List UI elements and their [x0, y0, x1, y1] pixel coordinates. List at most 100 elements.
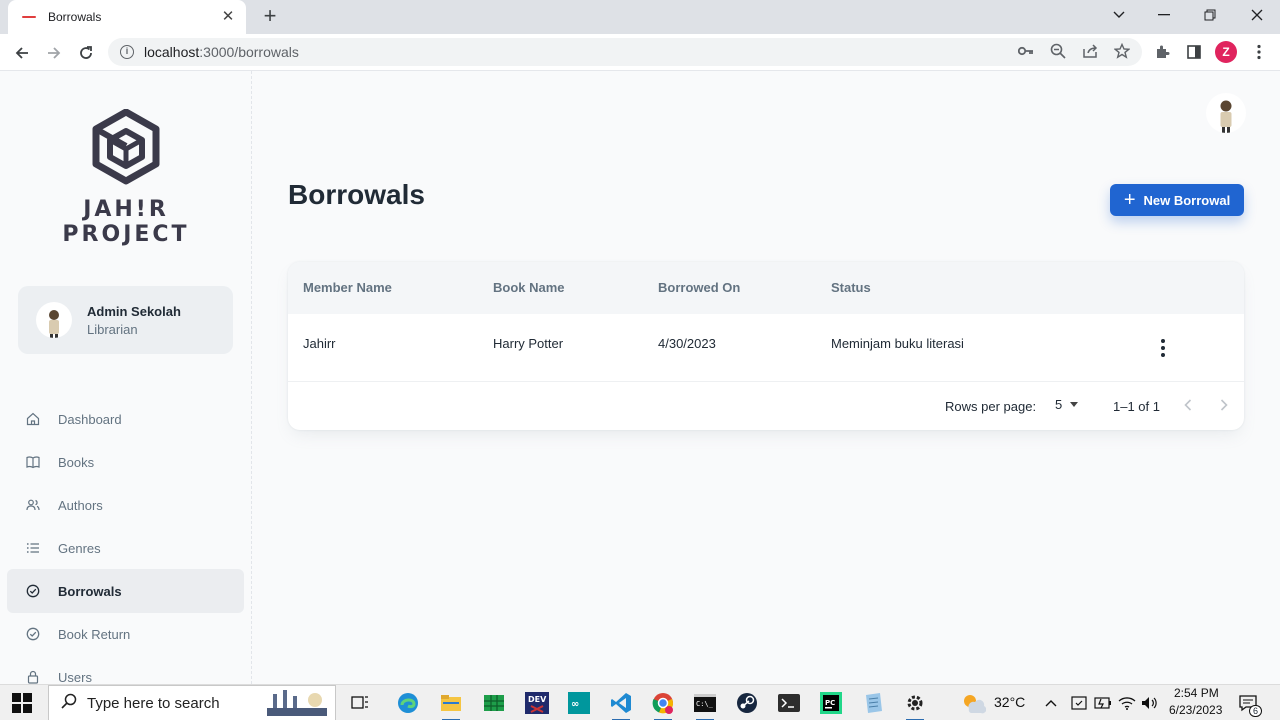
column-header-status[interactable]: Status [831, 280, 871, 295]
arduino-icon[interactable]: ∞ [564, 689, 594, 717]
browser-toolbar: i localhost:3000/borrowals Z [0, 34, 1280, 71]
search-icon [61, 693, 77, 714]
header-account-avatar[interactable] [1206, 93, 1246, 133]
user-role: Librarian [87, 321, 138, 337]
caret-down-icon [1070, 402, 1079, 407]
nav-label: Genres [58, 540, 101, 556]
app-logo[interactable]: JAH!R PROJECT [52, 109, 200, 249]
minimize-icon[interactable] [1144, 0, 1184, 30]
search-highlight-icon [267, 688, 327, 720]
svg-text:DEV: DEV [528, 695, 547, 704]
nav-genres[interactable]: Genres [7, 526, 244, 570]
previous-page-icon[interactable] [1177, 394, 1199, 416]
lock-icon [25, 669, 41, 684]
logo-line-1: JAH!R [83, 197, 169, 222]
terminal-icon[interactable] [774, 689, 804, 717]
sidebar: JAH!R PROJECT Admin Sekolah Librarian Da… [0, 71, 252, 684]
tab-search-icon[interactable] [1099, 0, 1139, 30]
extensions-puzzle-icon[interactable] [1151, 41, 1173, 63]
forward-arrow-icon[interactable] [41, 40, 67, 66]
bookmark-star-icon[interactable] [1113, 42, 1131, 60]
nav-dashboard[interactable]: Dashboard [7, 397, 244, 441]
share-icon[interactable] [1081, 42, 1099, 60]
svg-text:C:\_: C:\_ [696, 700, 714, 708]
weather-temperature[interactable]: 32°C [994, 694, 1025, 710]
chevron-up-icon[interactable] [1040, 689, 1062, 717]
weather-icon[interactable] [958, 689, 988, 717]
rows-per-page-value: 5 [1055, 397, 1063, 412]
nav-label: Book Return [58, 626, 131, 642]
side-panel-icon[interactable] [1183, 41, 1205, 63]
table-row[interactable]: Jahirr Harry Potter 4/30/2023 Meminjam b… [288, 314, 1244, 382]
clock-time[interactable]: 2:54 PM [1174, 686, 1219, 700]
zoom-icon[interactable] [1049, 42, 1067, 60]
nav-borrowals[interactable]: Borrowals [7, 569, 244, 613]
cell-borrowed-on: 4/30/2023 [658, 336, 716, 351]
back-arrow-icon[interactable] [9, 40, 35, 66]
svg-text:∞: ∞ [571, 699, 579, 710]
row-more-options-icon[interactable] [1152, 336, 1174, 360]
home-icon [25, 411, 41, 427]
steam-icon[interactable] [732, 689, 762, 717]
cell-book-name: Harry Potter [493, 336, 564, 351]
search-placeholder: Type here to search [87, 694, 220, 712]
chrome-icon[interactable] [648, 689, 678, 720]
table-pagination: Rows per page: 5 1–1 of 1 [288, 382, 1244, 430]
check-circle-icon [25, 626, 41, 642]
reload-icon[interactable] [73, 40, 99, 66]
site-info-icon[interactable]: i [120, 45, 134, 59]
notification-center-icon[interactable]: 6 [1234, 689, 1262, 717]
browser-tab[interactable]: Borrowals ✕ [8, 0, 246, 34]
column-header-member-name[interactable]: Member Name [303, 280, 392, 295]
url-text: localhost:3000/borrowals [144, 44, 299, 60]
list-icon [25, 540, 41, 556]
browser-menu-icon[interactable] [1248, 41, 1270, 63]
clock-date[interactable]: 6/23/2023 [1169, 703, 1222, 717]
nav-authors[interactable]: Authors [7, 483, 244, 527]
nav-label: Authors [58, 497, 103, 513]
account-card[interactable]: Admin Sekolah Librarian [18, 286, 233, 354]
rows-per-page-select[interactable]: 5 [1055, 397, 1079, 412]
task-view-icon[interactable] [345, 689, 375, 717]
nav-label: Dashboard [58, 411, 122, 427]
file-explorer-icon[interactable] [436, 689, 466, 720]
address-bar[interactable]: i localhost:3000/borrowals [108, 38, 1142, 66]
wifi-icon[interactable] [1116, 689, 1138, 717]
next-page-icon[interactable] [1213, 394, 1235, 416]
close-window-icon[interactable] [1237, 0, 1277, 30]
vscode-icon[interactable] [606, 689, 636, 720]
dev-c-app-icon[interactable]: DEV [522, 689, 552, 717]
logo-line-2: PROJECT [62, 222, 190, 247]
taskbar-search-box[interactable]: Type here to search [48, 685, 336, 720]
cell-member-name: Jahirr [303, 336, 336, 351]
restore-icon[interactable] [1190, 0, 1230, 30]
nav-books[interactable]: Books [7, 440, 244, 484]
pycharm-icon[interactable]: PC [816, 689, 846, 717]
security-tray-icon[interactable] [1068, 689, 1090, 717]
profile-avatar[interactable]: Z [1215, 41, 1237, 63]
command-prompt-icon[interactable]: C:\_ [690, 689, 720, 720]
column-header-borrowed-on[interactable]: Borrowed On [658, 280, 740, 295]
column-header-book-name[interactable]: Book Name [493, 280, 565, 295]
settings-gear-icon[interactable] [900, 689, 930, 720]
windows-start-icon[interactable] [12, 693, 32, 713]
battery-icon[interactable] [1092, 689, 1114, 717]
logo-cube-icon [92, 109, 160, 185]
edge-browser-icon[interactable] [393, 689, 423, 717]
user-avatar [36, 302, 72, 338]
volume-icon[interactable] [1139, 689, 1161, 717]
user-name: Admin Sekolah [87, 303, 181, 319]
key-icon[interactable] [1017, 42, 1035, 60]
new-borrowal-button[interactable]: + New Borrowal [1110, 184, 1244, 216]
plus-icon: + [1123, 189, 1136, 211]
rows-per-page-label: Rows per page: [945, 399, 1037, 414]
notepad-app-icon[interactable] [858, 689, 888, 717]
spreadsheet-app-icon[interactable] [479, 689, 509, 717]
pagination-range: 1–1 of 1 [1113, 399, 1160, 414]
new-borrowal-label: New Borrowal [1143, 192, 1231, 208]
close-tab-icon[interactable]: ✕ [220, 9, 236, 25]
check-circle-icon [25, 583, 41, 599]
nav-book-return[interactable]: Book Return [7, 612, 244, 656]
nav-users[interactable]: Users [7, 655, 244, 684]
new-tab-button[interactable]: + [258, 5, 282, 29]
